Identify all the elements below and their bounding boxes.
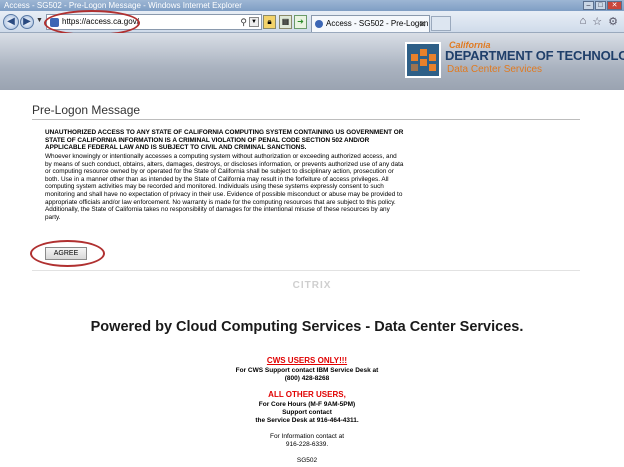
tab-close-icon[interactable]: ✕ [418,16,426,32]
tab-favicon [315,20,323,28]
favorites-icon[interactable]: ☆ [592,15,602,28]
logo-department: DEPARTMENT OF TECHNOLOGY [445,48,624,63]
agree-button[interactable]: AGREE [45,247,87,260]
cws-phone: (800) 428-8268 [284,375,330,382]
title-divider [32,119,580,120]
tab-access[interactable]: Access - SG502 - Pre-Logon ... ✕ [311,15,430,32]
forward-icon[interactable]: ▶ [20,15,34,29]
support-contact-line: Support contact [282,409,332,416]
content-divider [32,270,580,271]
warning-body: Whoever knowingly or intentionally acces… [45,153,404,221]
compatibility-icon[interactable]: ▦ [279,15,292,29]
home-icon[interactable]: ⌂ [580,15,587,28]
browser-toolbar-right: ⌂ ☆ ⚙ [580,15,618,28]
page-title: Pre-Logon Message [32,103,141,117]
lock-icon[interactable]: 🔒︎ [263,15,276,29]
other-users-title: ALL OTHER USERS, [268,390,346,399]
window-title: Access - SG502 - Pre-Logon Message - Win… [4,1,242,10]
logo-mark [405,42,441,78]
page-header: California DEPARTMENT OF TECHNOLOGY Data… [0,33,624,90]
warning-heading: UNAUTHORIZED ACCESS TO ANY STATE OF CALI… [45,129,404,152]
close-window-icon[interactable]: ✕ [607,1,622,10]
tools-icon[interactable]: ⚙ [608,15,618,28]
cws-users-title: CWS USERS ONLY!!! [266,356,348,365]
go-icon[interactable]: ➜ [294,15,307,29]
minimize-icon[interactable]: – [583,1,594,10]
citrix-logo: CITRIX [292,280,332,291]
powered-by-heading: Powered by Cloud Computing Services - Da… [90,319,524,335]
server-id: SG502 [296,457,318,464]
cws-support-line: For CWS Support contact IBM Service Desk… [235,367,379,374]
new-tab-button[interactable] [431,16,451,31]
history-dropdown-icon[interactable]: ▼ [36,17,43,24]
info-contact-line: For Information contact at [269,433,345,440]
back-icon[interactable]: ◀ [3,14,19,30]
core-hours-line: For Core Hours (M-F 9AM-5PM) [258,401,356,408]
tab-title: Access - SG502 - Pre-Logon ... [326,19,430,28]
window-controls: – □ ✕ [583,0,622,10]
maximize-icon[interactable]: □ [595,1,606,10]
department-logo: California DEPARTMENT OF TECHNOLOGY Data… [405,40,624,80]
info-phone: 916-228-6339. [285,441,329,448]
logo-subtitle: Data Center Services [447,64,543,75]
search-icon[interactable]: ⚲ [240,15,247,29]
address-dropdown-icon[interactable]: ▼ [249,17,259,27]
service-desk-line: the Service Desk at 916-464-4311. [255,417,359,424]
